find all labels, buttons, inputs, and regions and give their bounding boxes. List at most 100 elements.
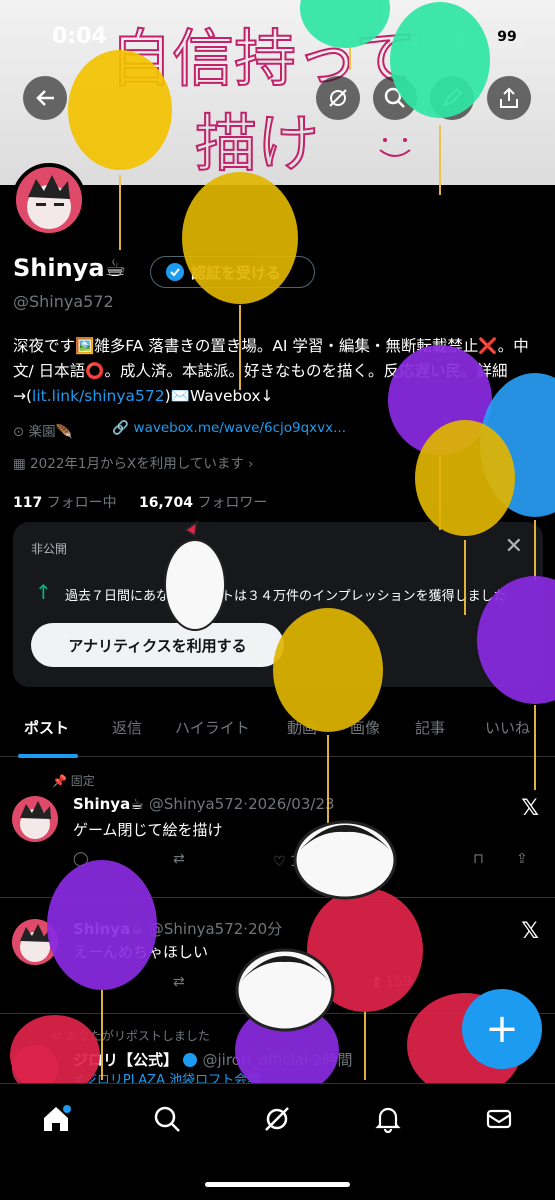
profile-tabs: ポスト 返信 ハイライト 動画 画像 記事 いいね xyxy=(0,705,555,758)
author-handle: @jirori_official xyxy=(202,1051,309,1069)
author-handle: @Shinya572 xyxy=(148,795,244,813)
profile-name: Shinya☕ xyxy=(13,254,127,282)
author-name: Shinya☕ xyxy=(73,920,144,938)
arrow-up-icon: ↑ xyxy=(35,580,52,604)
post-actions: ◯ ⇄ ♡ 1万 ⊓ ⇪ xyxy=(73,851,543,875)
location-icon: ⊙ xyxy=(13,424,29,440)
avatar[interactable] xyxy=(12,919,58,965)
analytics-card: 非公開 ✕ ↑ 過去７日間にあなたのポストは３４万件のインプレッションを獲得しま… xyxy=(13,522,543,687)
banner-handwriting-line2: 描け xyxy=(195,107,319,180)
avatar[interactable] xyxy=(12,796,58,842)
wifi-icon xyxy=(446,30,470,48)
private-label: 非公開 xyxy=(31,542,68,556)
tab-replies[interactable]: 返信 xyxy=(112,717,142,738)
arrow-left-icon xyxy=(36,90,54,106)
impressions-text: 過去７日間にあなたのポストは３４万件のインプレッションを獲得しました xyxy=(65,589,507,604)
compose-button[interactable]: + xyxy=(462,989,542,1069)
website-link[interactable]: wavebox.me/wave/6cjo9qxvx... xyxy=(134,420,347,436)
post-text: ゲーム閉じて絵を描け xyxy=(73,821,223,839)
joined-date[interactable]: ▦ 2022年1月からXを利用しています › xyxy=(13,452,254,472)
author-handle: @Shinya572 xyxy=(148,920,244,938)
author-name: Shinya☕ xyxy=(73,795,144,813)
view-count: 159 xyxy=(385,974,412,990)
followers-label: フォロワー xyxy=(197,495,268,511)
grok-icon xyxy=(329,89,347,107)
get-verified-button[interactable]: 認証を受ける xyxy=(150,256,315,288)
like-button[interactable]: ♡ 1万 xyxy=(273,851,313,871)
post-item[interactable]: Shinya☕ @Shinya572·20分 𝕏 えーんめちゃほしい ⇄ ▮ 1… xyxy=(0,899,555,1014)
tab-videos[interactable]: 動画 xyxy=(287,717,317,738)
share-icon[interactable]: ⇪ xyxy=(516,851,528,867)
chevron-right-icon: › xyxy=(243,456,254,472)
home-indicator xyxy=(205,1182,350,1187)
edit-button[interactable] xyxy=(430,76,474,120)
following-label: フォロー中 xyxy=(46,495,117,511)
status-time: 0:04 xyxy=(52,24,107,49)
battery-indicator: 99 xyxy=(487,26,527,48)
pinned-indicator: 📌 固定 xyxy=(52,772,95,789)
verified-badge-icon xyxy=(166,263,184,281)
get-verified-label: 認証を受ける xyxy=(191,263,282,282)
pinned-label: 固定 xyxy=(70,774,95,788)
post-text: えーんめちゃほしい xyxy=(73,943,209,961)
share-button[interactable] xyxy=(487,76,531,120)
bar-chart-icon: ▮ xyxy=(373,974,386,990)
reply-icon[interactable]: ◯ xyxy=(73,851,89,867)
repost-label: あなたがリポストしました xyxy=(65,1029,210,1043)
tab-posts[interactable]: ポスト xyxy=(24,717,69,738)
notifications-icon[interactable] xyxy=(371,1102,405,1136)
repost-icon: ⇄ xyxy=(52,1029,66,1043)
location-text: 楽園🪶 xyxy=(28,424,73,440)
post-actions: ⇄ ▮ 159 xyxy=(73,974,543,998)
messages-icon[interactable] xyxy=(482,1102,516,1136)
bio-text-2: )✉️Wavebox↓ xyxy=(164,387,274,405)
like-count: 1万 xyxy=(290,854,313,870)
joined-text: 2022年1月からXを利用しています xyxy=(30,456,244,472)
grok-icon[interactable] xyxy=(260,1102,294,1136)
close-icon[interactable]: ✕ xyxy=(505,534,523,559)
post-item[interactable]: 📌 固定 Shinya☕ @Shinya572·2026/03/23 𝕏 ゲーム… xyxy=(0,758,555,898)
tab-highlights[interactable]: ハイライト xyxy=(175,717,250,738)
followers-stat[interactable]: 16,704 フォロワー xyxy=(139,495,267,511)
post-time: 2時間 xyxy=(312,1051,353,1069)
search-button[interactable] xyxy=(373,76,417,120)
calendar-icon: ▦ xyxy=(13,456,31,472)
heart-icon: ♡ xyxy=(273,854,291,870)
search-icon[interactable] xyxy=(150,1102,184,1136)
tab-images[interactable]: 画像 xyxy=(350,717,380,738)
repost-icon[interactable]: ⇄ xyxy=(173,974,185,990)
post-author: Shinya☕ @Shinya572·20分 xyxy=(73,918,282,939)
home-icon[interactable] xyxy=(39,1102,73,1136)
tab-articles[interactable]: 記事 xyxy=(415,717,445,738)
grok-button[interactable] xyxy=(316,76,360,120)
post-time: 20分 xyxy=(248,920,283,938)
post-author: ジロリ【公式】 @jirori_official·2時間 xyxy=(73,1049,352,1070)
profile-handle: @Shinya572 xyxy=(13,292,114,311)
pin-icon: 📌 xyxy=(52,774,71,788)
pencil-icon xyxy=(443,87,463,107)
share-icon xyxy=(500,87,518,108)
bookmark-icon[interactable]: ⊓ xyxy=(473,851,484,867)
post-author: Shinya☕ @Shinya572·2026/03/23 xyxy=(73,795,335,813)
following-stat[interactable]: 117 フォロー中 xyxy=(13,495,117,511)
views-button[interactable]: ▮ 159 xyxy=(373,974,412,990)
tab-likes[interactable]: いいね xyxy=(485,717,530,738)
website-item[interactable]: 🔗 wavebox.me/wave/6cjo9qxvx... xyxy=(112,420,346,440)
author-name: ジロリ【公式】 xyxy=(73,1051,179,1069)
bio-link[interactable]: lit.link/shinya572 xyxy=(32,387,165,405)
profile-bio: 深夜です🖼️雑多FA 落書きの置き場。AI 学習・編集・無断転載禁止❌。中文/ … xyxy=(13,334,543,409)
profile-meta: ⊙ 楽園🪶 🔗 wavebox.me/wave/6cjo9qxvx... xyxy=(13,420,346,440)
post-time: 2026/03/23 xyxy=(248,795,335,813)
x-logo-icon: 𝕏 xyxy=(521,919,539,944)
profile-avatar[interactable] xyxy=(12,163,86,237)
analytics-button[interactable]: アナリティクスを利用する xyxy=(31,623,284,667)
status-bar: 0:04 99 xyxy=(0,0,555,70)
search-icon xyxy=(384,87,405,108)
follow-stats: 117 フォロー中 16,704 フォロワー xyxy=(13,492,267,512)
back-button[interactable] xyxy=(23,76,67,120)
repost-icon[interactable]: ⇄ xyxy=(173,851,185,867)
verified-badge-icon xyxy=(183,1053,198,1067)
location-item: ⊙ 楽園🪶 xyxy=(13,420,72,440)
following-count: 117 xyxy=(13,495,43,511)
x-logo-icon: 𝕏 xyxy=(521,796,539,821)
